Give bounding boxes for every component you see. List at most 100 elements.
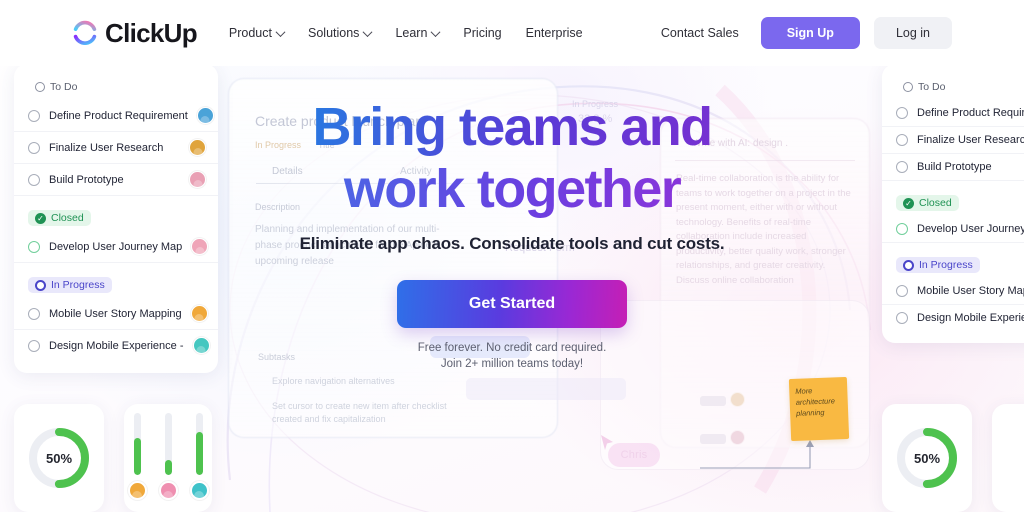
table-row[interactable]: Finalize User Research xyxy=(14,132,218,164)
in-progress-icon xyxy=(35,279,46,291)
table-row[interactable]: Develop User Journey Map xyxy=(14,231,218,263)
status-group-header[interactable]: To Do xyxy=(14,74,218,100)
table-row[interactable]: Finalize User Research xyxy=(882,127,1024,154)
table-row[interactable]: Build Prototype xyxy=(14,164,218,196)
avatar[interactable] xyxy=(189,481,209,500)
progress-bar-fill xyxy=(133,437,141,475)
task-checkbox[interactable] xyxy=(896,312,908,324)
progress-bar-fill xyxy=(195,431,203,475)
contact-sales-link[interactable]: Contact Sales xyxy=(661,26,739,40)
status-label: In Progress xyxy=(51,279,105,291)
site-header: ClickUp Product Solutions Learn Pricing … xyxy=(0,0,1024,66)
status-group-header[interactable]: ✓ Closed xyxy=(882,190,1024,216)
task-checkbox[interactable] xyxy=(896,107,908,119)
avatar[interactable] xyxy=(189,171,206,188)
task-name: Build Prototype xyxy=(917,161,992,173)
clickup-logo-icon xyxy=(72,20,98,46)
task-list-panel-left[interactable]: To Do Define Product Requirement Finalize … xyxy=(14,64,218,373)
avatar[interactable] xyxy=(192,337,210,354)
empty-circle-icon xyxy=(903,82,913,92)
sign-up-button[interactable]: Sign Up xyxy=(760,17,860,49)
status-label: To Do xyxy=(918,81,946,93)
sticky-note-leader-line xyxy=(700,438,820,472)
task-checkbox[interactable] xyxy=(28,141,40,154)
background-subtask-item: Set cursor to create new item after chec… xyxy=(272,401,447,424)
table-row[interactable]: Design Mobile Experience xyxy=(882,305,1024,331)
team-progress-bars-widget-right[interactable] xyxy=(992,404,1024,512)
progress-donut-widget-right[interactable]: 50% xyxy=(882,404,972,512)
task-checkbox[interactable] xyxy=(28,307,40,320)
chevron-down-icon xyxy=(362,26,373,37)
avatar[interactable] xyxy=(158,481,178,500)
background-subtask-item: Explore navigation alternatives xyxy=(272,376,395,386)
background-avatar-label xyxy=(700,396,726,406)
task-name: Design Mobile Experience - xyxy=(49,339,184,352)
nav-item-enterprise[interactable]: Enterprise xyxy=(526,26,583,40)
table-row[interactable]: Mobile User Story Mapping xyxy=(14,298,218,330)
task-list-panel-right[interactable]: To Do Define Product Requireme Finalize Us… xyxy=(882,64,1024,343)
clickup-logo[interactable]: ClickUp xyxy=(72,17,198,49)
task-name: Design Mobile Experience xyxy=(917,312,1024,324)
clickup-logo-text: ClickUp xyxy=(105,17,198,48)
avatar[interactable] xyxy=(189,139,206,156)
progress-bar-fill xyxy=(164,459,172,475)
table-row[interactable]: Mobile User Story Mappin xyxy=(882,278,1024,305)
table-row[interactable]: Define Product Requirement xyxy=(14,100,218,132)
progress-bar-track xyxy=(133,413,141,475)
check-circle-icon: ✓ xyxy=(35,212,46,224)
table-row[interactable]: Define Product Requireme xyxy=(882,100,1024,127)
bars-container xyxy=(992,404,1024,512)
avatar[interactable] xyxy=(190,305,208,322)
avatar[interactable] xyxy=(127,481,147,500)
status-group-header[interactable]: In Progress xyxy=(14,272,218,298)
nav-label: Solutions xyxy=(308,26,360,40)
empty-circle-icon xyxy=(35,82,45,92)
status-group-header[interactable]: In Progress xyxy=(882,252,1024,278)
donut-percent-label: 50% xyxy=(913,450,941,466)
sticky-note: More architecture planning xyxy=(788,376,850,442)
task-checkbox[interactable] xyxy=(896,161,908,173)
nav-item-pricing[interactable]: Pricing xyxy=(463,26,501,40)
status-label: Closed xyxy=(51,212,84,224)
donut-percent-label: 50% xyxy=(45,450,73,466)
progress-bar-track xyxy=(195,413,203,475)
task-name: Build Prototype xyxy=(49,173,124,186)
nav-item-product[interactable]: Product xyxy=(229,26,286,40)
task-checkbox[interactable] xyxy=(28,339,40,352)
nav-item-solutions[interactable]: Solutions xyxy=(308,26,373,40)
task-name: Define Product Requirement xyxy=(49,109,188,122)
task-checkbox[interactable] xyxy=(28,173,40,186)
background-avatar xyxy=(730,392,745,407)
main-navigation: Product Solutions Learn Pricing Enterpri… xyxy=(229,26,583,40)
check-circle-icon: ✓ xyxy=(903,197,914,209)
get-started-button[interactable]: Get Started xyxy=(397,280,627,328)
task-name: Finalize User Research xyxy=(917,134,1024,146)
progress-bar-column[interactable] xyxy=(127,413,147,500)
table-row[interactable]: Develop User Journey Map xyxy=(882,216,1024,243)
table-row[interactable]: Design Mobile Experience - xyxy=(14,330,218,361)
status-group-header[interactable]: To Do xyxy=(882,74,1024,100)
team-progress-bars-widget-left[interactable] xyxy=(124,404,212,512)
task-name: Mobile User Story Mapping xyxy=(49,307,182,320)
progress-donut-widget-left[interactable]: 50% xyxy=(14,404,104,512)
task-name: Develop User Journey Map xyxy=(49,240,183,253)
progress-bar-column[interactable] xyxy=(189,413,209,500)
collaborator-cursor-label: Chris xyxy=(608,443,660,467)
table-row[interactable]: Build Prototype xyxy=(882,154,1024,181)
background-input-shape xyxy=(466,378,626,400)
task-name: Finalize User Research xyxy=(49,141,164,154)
avatar[interactable] xyxy=(191,238,209,255)
task-checkbox[interactable] xyxy=(28,240,40,253)
nav-item-learn[interactable]: Learn xyxy=(395,26,441,40)
task-checkbox[interactable] xyxy=(896,285,908,297)
task-checkbox[interactable] xyxy=(896,134,908,146)
log-in-button[interactable]: Log in xyxy=(873,17,952,49)
progress-bar-column[interactable] xyxy=(158,413,178,500)
task-checkbox[interactable] xyxy=(28,109,40,122)
avatar[interactable] xyxy=(196,107,214,124)
status-group-header[interactable]: ✓ Closed xyxy=(14,205,218,231)
task-checkbox[interactable] xyxy=(896,223,908,235)
